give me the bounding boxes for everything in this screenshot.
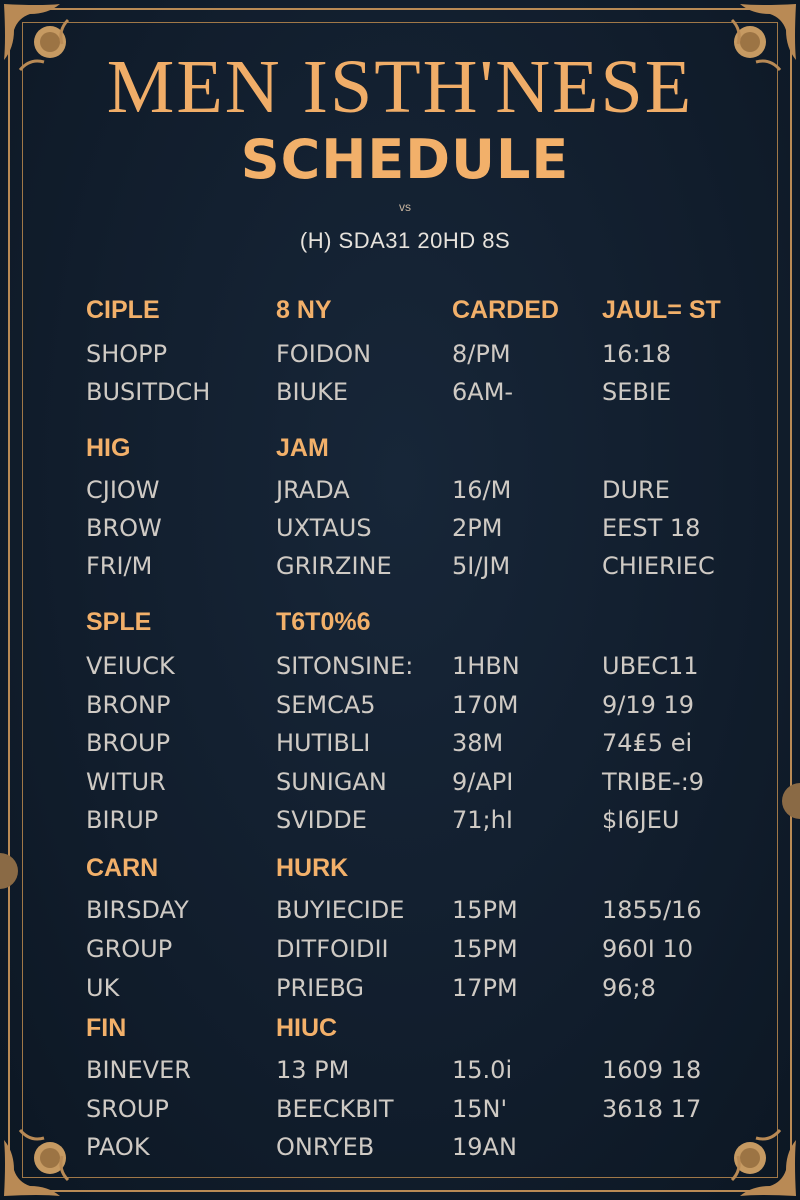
schedule-cell: EEST 18	[602, 514, 701, 542]
side-ornament-icon	[0, 853, 18, 889]
schedule-cell: WITUR	[86, 767, 166, 796]
schedule-cell: SROUP	[86, 1094, 169, 1123]
schedule-cell: 1HBN	[452, 652, 520, 680]
schedule-cell: 960I 10	[602, 935, 694, 963]
schedule-cell: 13 PM	[276, 1056, 350, 1084]
schedule-cell: JRADA	[276, 476, 350, 504]
date-line: (H) SDA31 20HD 8S	[299, 228, 511, 253]
poster-subtitle: SCHEDULE	[240, 128, 570, 191]
section-header: HIG	[86, 434, 131, 462]
schedule-cell: $I6JEU	[602, 806, 680, 834]
schedule-cell: 9/19 19	[602, 690, 695, 719]
schedule-cell: SUNIGAN	[276, 767, 387, 796]
schedule-cell: GROUP	[86, 935, 173, 963]
schedule-cell: BRONP	[86, 690, 171, 719]
section-header: SPLE	[86, 608, 152, 636]
schedule-cell: BUSITDCH	[86, 378, 211, 406]
schedule-cell: UK	[86, 974, 120, 1002]
schedule-cell: BUYIECIDE	[276, 896, 405, 924]
schedule-cell: 15PM	[452, 896, 518, 924]
schedule-cell: BROUP	[86, 729, 171, 757]
small-caption: vs	[399, 200, 411, 214]
section-header: T6T0%6	[276, 608, 371, 636]
poster-title: MEN ISTH'NESE	[106, 45, 694, 129]
schedule-cell: FOIDON	[276, 340, 372, 368]
schedule-cell: FRI/M	[86, 552, 153, 580]
schedule-cell: 15PM	[452, 935, 518, 963]
schedule-cell: 16/M	[452, 476, 512, 504]
schedule-cell: 15.0i	[452, 1056, 513, 1084]
section-header: FIN	[86, 1014, 127, 1042]
schedule-cell: 3618 17	[602, 1094, 702, 1123]
inner-border	[22, 22, 778, 1178]
schedule-cell: CJIOW	[86, 476, 160, 504]
schedule-cell: GRIRZINE	[276, 552, 392, 580]
side-ornament-icon	[782, 783, 800, 819]
schedule-cell: PAOK	[86, 1133, 150, 1161]
schedule-cell: UBEC11	[602, 652, 699, 680]
corner-ornament-icon	[730, 1129, 796, 1196]
schedule-cell: 2PM	[452, 514, 503, 542]
schedule-cell: ONRYEB	[276, 1133, 375, 1161]
schedule-cell: BROW	[86, 514, 162, 542]
schedule-cell: HUTIBLI	[276, 729, 371, 757]
schedule-cell: 15N'	[452, 1094, 508, 1123]
schedule-cell: 1609 18	[602, 1056, 702, 1084]
schedule-cell: UXTAUS	[276, 514, 372, 542]
section-header: JAM	[276, 434, 329, 462]
schedule-cell: CHIERIEC	[602, 552, 715, 580]
schedule-cell: 1855/16	[602, 896, 702, 924]
schedule-cell: 16:18	[602, 340, 672, 368]
section-header: HIUC	[276, 1014, 338, 1042]
schedule-cell: SEBIE	[602, 378, 672, 406]
schedule-cell: SEMCA5	[276, 690, 376, 719]
section-header: CIPLE	[86, 296, 160, 324]
schedule-cell: TRIBE-:9	[602, 767, 705, 796]
schedule-cell: BINEVER	[86, 1056, 191, 1084]
section-header: CARDED	[452, 296, 559, 324]
section-header: JAUL= ST	[602, 296, 721, 324]
schedule-cell: DITFOIDII	[276, 935, 389, 963]
schedule-cell: BIRSDAY	[86, 896, 189, 924]
schedule-cell: 19AN	[452, 1133, 517, 1161]
schedule-cell: DURE	[602, 476, 670, 504]
schedule-cell: 74₤5 ei	[602, 729, 693, 757]
schedule-cell: 71;hI	[452, 806, 513, 834]
corner-ornament-icon	[4, 1129, 70, 1196]
schedule-cell: 38M	[452, 729, 504, 757]
schedule-cell: SVIDDE	[276, 806, 367, 834]
schedule-cell: 5I/JM	[452, 552, 511, 580]
schedule-cell: PRIEBG	[276, 974, 365, 1002]
section-header: CARN	[86, 854, 159, 882]
schedule-cell: SHOPP	[86, 340, 168, 368]
schedule-cell: 170M	[452, 690, 519, 719]
schedule-cell: BIUKE	[276, 378, 349, 406]
schedule-cell: 9/API	[452, 767, 514, 796]
schedule-cell: SITONSINE:	[276, 652, 414, 680]
schedule-cell: 6AM-	[452, 378, 514, 406]
schedule-cell: BEECKBIT	[276, 1094, 394, 1123]
schedule-cell: 96;8	[602, 974, 656, 1002]
schedule-cell: 8/PM	[452, 340, 511, 368]
schedule-cell: 17PM	[452, 974, 518, 1002]
section-header: HURK	[276, 854, 349, 882]
schedule-poster: MEN ISTH'NESE SCHEDULE vs (H) SDA31 20HD…	[0, 0, 800, 1200]
schedule-cell: BIRUP	[86, 806, 159, 834]
section-header: 8 NY	[276, 296, 332, 324]
schedule-cell: VEIUCK	[86, 652, 175, 680]
